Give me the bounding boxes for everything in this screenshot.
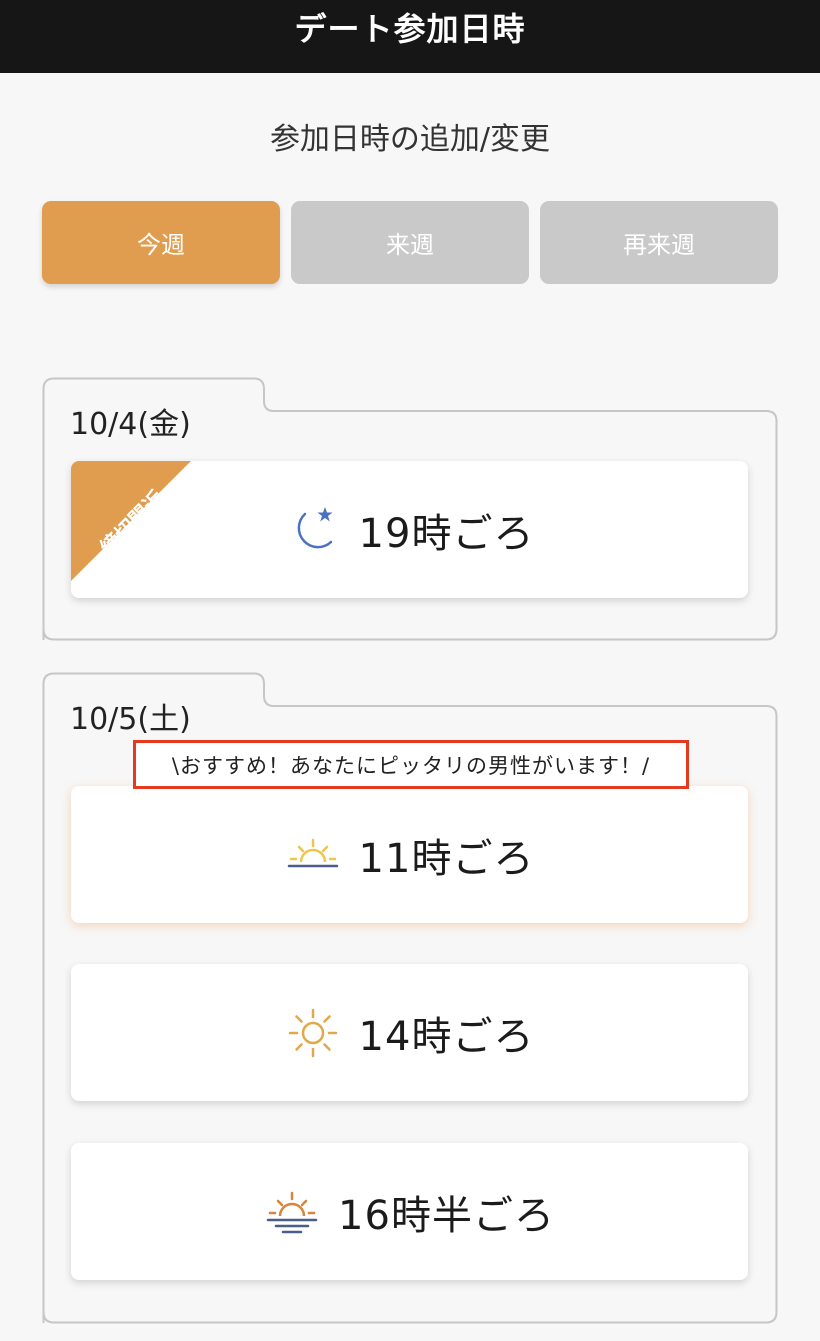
slot-time: 14時ごろ xyxy=(358,1013,535,1060)
time-slot-14[interactable]: 14時ごろ xyxy=(71,964,748,1101)
tab-week-after-next[interactable]: 再来週 xyxy=(540,201,778,284)
slot-time: 16時半ごろ xyxy=(338,1192,555,1239)
sun-icon xyxy=(285,1005,341,1061)
time-slot-19[interactable]: 締切間近 19時ごろ xyxy=(71,461,748,598)
slot-time: 19時ごろ xyxy=(358,510,535,557)
section-title: 参加日時の追加/変更 xyxy=(269,122,551,157)
time-slot-16-30[interactable]: 16時半ごろ xyxy=(71,1143,748,1280)
moon-star-icon xyxy=(285,502,341,558)
day-label: 10/5(土) xyxy=(70,702,191,737)
time-slot-11[interactable]: 11時ごろ xyxy=(71,786,748,923)
slot-time: 11時ごろ xyxy=(358,835,535,882)
day-card-10-4: 10/4(金) 締切間近 19時ごろ xyxy=(42,377,778,641)
recommendation-banner: \おすすめ！あなたにピッタリの男性がいます！/ xyxy=(133,740,689,789)
week-tabs: 今週 来週 再来週 xyxy=(42,201,778,284)
sunrise-icon xyxy=(285,827,341,883)
app-header: デート参加日時 xyxy=(0,0,820,73)
sunset-icon xyxy=(264,1184,320,1240)
tab-next-week[interactable]: 来週 xyxy=(291,201,529,284)
day-label: 10/4(金) xyxy=(70,407,191,442)
tab-this-week[interactable]: 今週 xyxy=(42,201,280,284)
page-title: デート参加日時 xyxy=(294,9,526,48)
